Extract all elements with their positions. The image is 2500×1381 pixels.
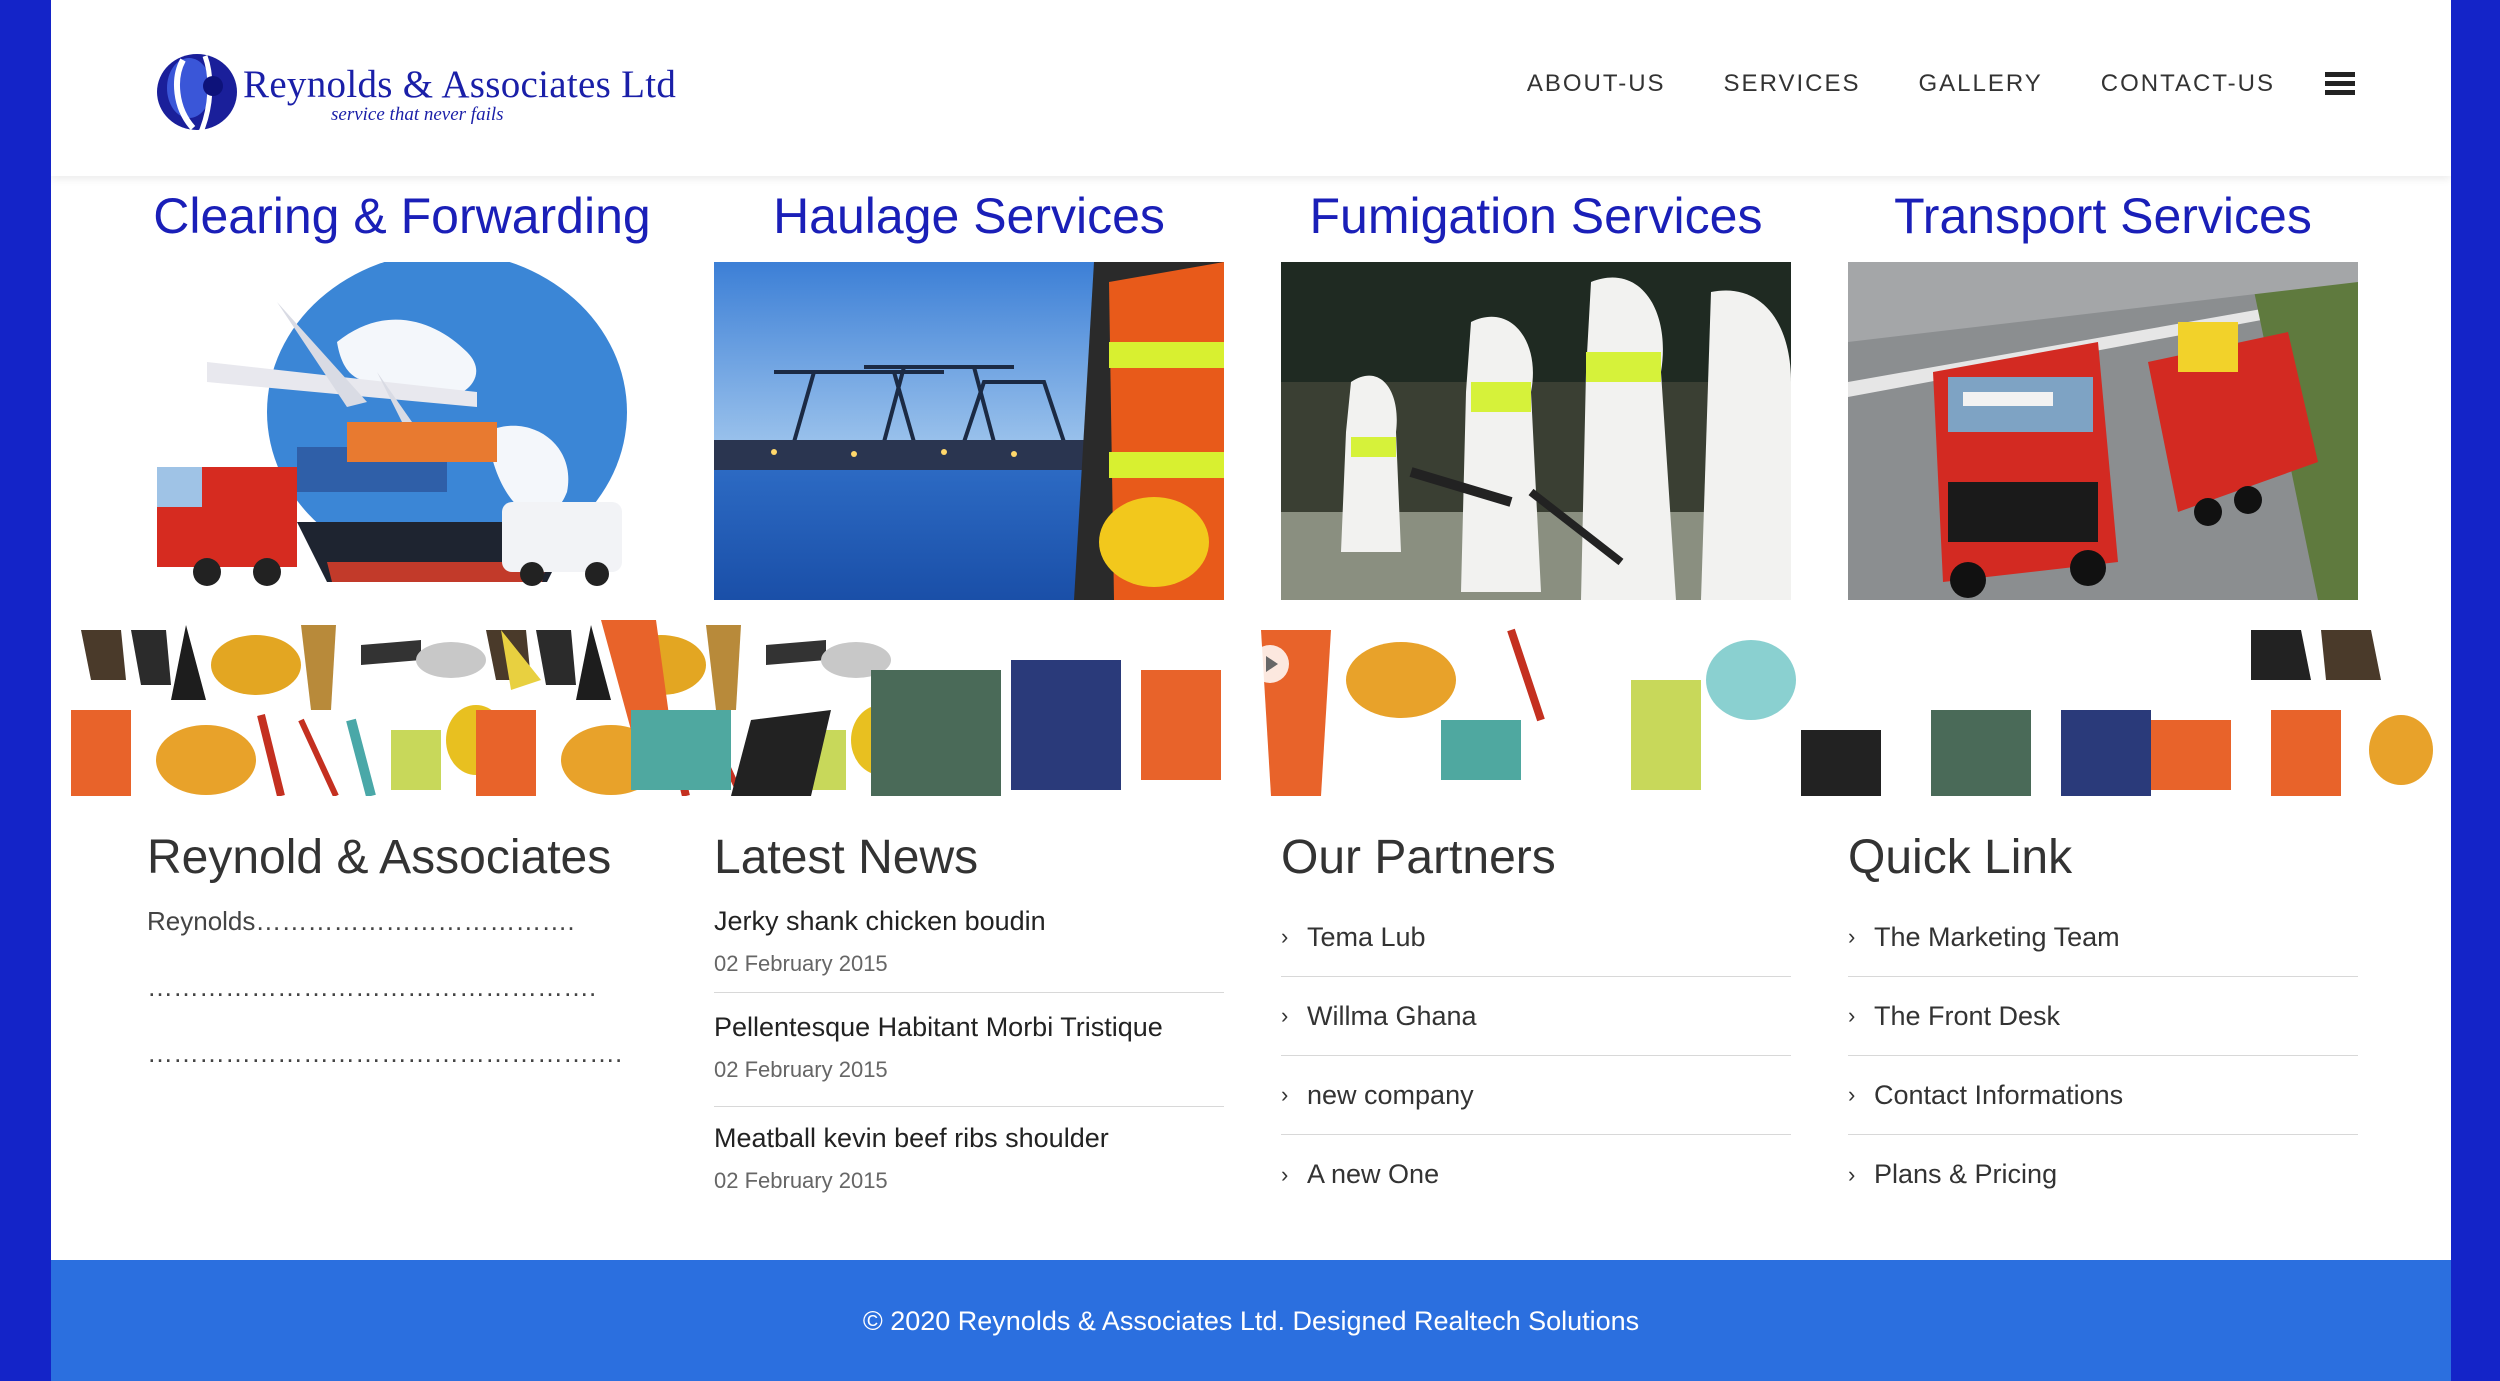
news-title-link[interactable]: Jerky shank chicken boudin [714,906,1224,937]
service-fumigation[interactable]: Fumigation Services [1281,185,1791,600]
about-text-line: ………………………………………………. [147,1038,623,1068]
site-logo[interactable]: Reynolds & Associates Ltd service that n… [153,42,713,142]
about-heading: Reynold & Associates [147,831,612,884]
quick-link-label: Contact Informations [1874,1079,2124,1110]
service-haulage[interactable]: Haulage Services [714,185,1224,600]
quick-link[interactable]: › The Marketing Team [1848,898,2358,977]
cargo-plane-globe-image [147,262,657,600]
site-footer: © 2020 Reynolds & Associates Ltd. Design… [51,1260,2451,1381]
news-date: 02 February 2015 [714,1057,888,1082]
chevron-right-icon: › [1281,1082,1289,1107]
chevron-right-icon: › [1281,924,1289,949]
about-column: Reynold & Associates Reynolds……………………………… [147,826,657,1082]
quick-link-label: The Front Desk [1874,1000,2061,1031]
about-text-line: ……………………………………………. [147,972,597,1002]
quick-link[interactable]: › Contact Informations [1848,1056,2358,1135]
partner-link[interactable]: › A new One [1281,1135,1791,1214]
service-title[interactable]: Transport Services [1848,185,2358,255]
play-icon[interactable] [1251,645,1289,683]
safety-equipment-collage-image [71,620,2433,796]
chevron-right-icon: › [1848,1161,1856,1187]
nav-services[interactable]: SERVICES [1724,70,1861,98]
logo-name: Reynolds & Associates Ltd [243,63,677,106]
service-title[interactable]: Haulage Services [714,185,1224,255]
news-title-link[interactable]: Meatball kevin beef ribs shoulder [714,1123,1224,1154]
news-item: Jerky shank chicken boudin 02 February 2… [714,906,1224,993]
quick-link-heading: Quick Link [1848,831,2073,884]
service-clearing-forwarding[interactable]: Clearing & Forwarding [147,185,657,600]
port-cranes-image [714,262,1224,600]
red-truck-image [1848,262,2358,600]
news-date: 02 February 2015 [714,1168,888,1193]
footer-copyright: © 2020 Reynolds & Associates Ltd. Design… [862,1306,1640,1336]
partners-column: Our Partners › Tema Lub › Willma Ghana › ne… [1281,826,1791,1214]
quick-link-label: The Marketing Team [1874,921,2120,952]
safety-equipment-banner [71,620,2433,796]
partners-heading: Our Partners [1281,831,1556,884]
chevron-right-icon: › [1848,1082,1856,1107]
news-item: Pellentesque Habitant Morbi Tristique 02… [714,993,1224,1107]
partner-link[interactable]: › new company [1281,1056,1791,1135]
fumigation-workers-image [1281,262,1791,600]
quick-link-column: Quick Link › The Marketing Team › The Fron… [1848,826,2358,1214]
news-item: Meatball kevin beef ribs shoulder 02 Feb… [714,1107,1224,1196]
nav-contact-us[interactable]: CONTACT-US [2101,70,2275,98]
site-header: Reynolds & Associates Ltd service that n… [51,0,2451,176]
partner-link[interactable]: › Willma Ghana [1281,977,1791,1056]
partner-label: A new One [1307,1159,1440,1189]
service-title[interactable]: Clearing & Forwarding [147,185,657,255]
quick-link[interactable]: › The Front Desk [1848,977,2358,1056]
chevron-right-icon: › [1848,924,1856,949]
news-title-link[interactable]: Pellentesque Habitant Morbi Tristique [714,1012,1224,1043]
service-transport[interactable]: Transport Services [1848,185,2358,600]
partner-label: new company [1307,1079,1474,1110]
chevron-right-icon: › [1848,1003,1856,1028]
logo-mark-icon [157,54,237,133]
service-title[interactable]: Fumigation Services [1281,185,1791,255]
partner-label: Tema Lub [1307,921,1426,952]
about-text-line: Reynolds………………………………. [147,906,575,936]
nav-gallery[interactable]: GALLERY [1918,70,2042,98]
quick-link[interactable]: › Plans & Pricing [1848,1135,2358,1214]
chevron-right-icon: › [1281,1003,1289,1028]
news-heading: Latest News [714,831,979,884]
partner-label: Willma Ghana [1307,1000,1477,1031]
logo-tagline: service that never fails [331,104,504,125]
news-date: 02 February 2015 [714,951,888,976]
nav-about-us[interactable]: ABOUT-US [1527,70,1666,98]
hamburger-icon[interactable] [2325,72,2355,96]
main-nav: ABOUT-US SERVICES GALLERY CONTACT-US [1469,70,2355,98]
quick-link-label: Plans & Pricing [1874,1159,2058,1189]
latest-news-column: Latest News Jerky shank chicken boudin 0… [714,826,1224,1196]
page: Reynolds & Associates Ltd service that n… [51,0,2451,1381]
partner-link[interactable]: › Tema Lub [1281,898,1791,977]
chevron-right-icon: › [1281,1161,1289,1187]
